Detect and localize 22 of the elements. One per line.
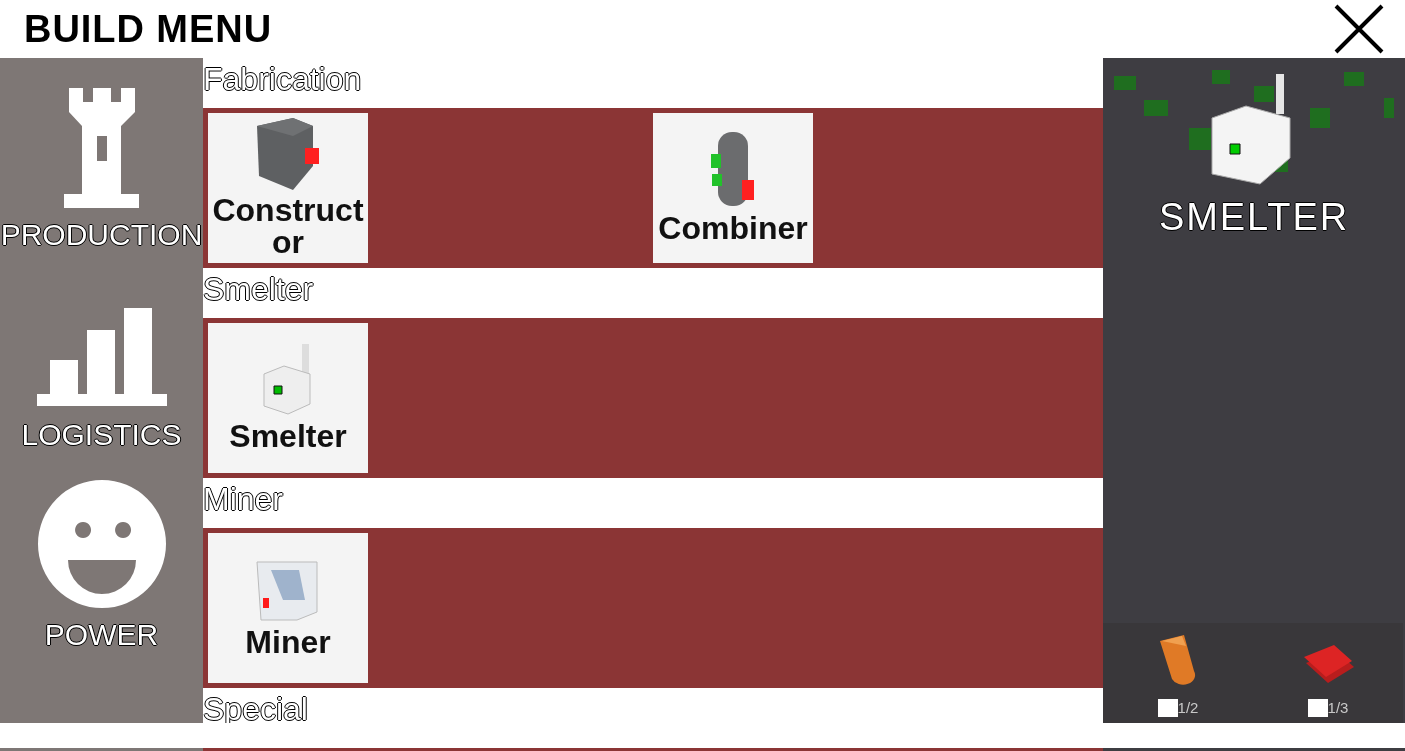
category-tab[interactable]: PRODUCTION [0, 220, 203, 250]
build-item-tile[interactable]: Smelter [208, 323, 368, 473]
window-title: BUILD MENU [24, 6, 273, 52]
smiley-icon [37, 480, 166, 608]
build-item-tile[interactable]: Combiner [653, 113, 813, 263]
category-tab[interactable]: POWER [44, 620, 159, 650]
build-item-tile[interactable]: Constructor [208, 113, 368, 263]
section-heading: Smelter [203, 270, 314, 309]
close-icon[interactable] [1333, 3, 1385, 55]
resource-amount: 1/3 [1327, 697, 1349, 718]
resource-swatch [1307, 698, 1328, 717]
cylinder-icon [1158, 632, 1198, 685]
section-heading: Special [203, 690, 308, 729]
preview-title: SMELTER [1158, 198, 1350, 236]
tower-icon [63, 88, 140, 208]
section-heading: Fabrication [203, 60, 362, 99]
resource-amount: 1/2 [1177, 697, 1199, 718]
bar-chart-icon [36, 308, 167, 408]
category-tab[interactable]: LOGISTICS [21, 420, 182, 450]
section-heading: Miner [203, 480, 283, 519]
build-item-tile[interactable]: Miner [208, 533, 368, 683]
resource-swatch [1157, 698, 1178, 717]
